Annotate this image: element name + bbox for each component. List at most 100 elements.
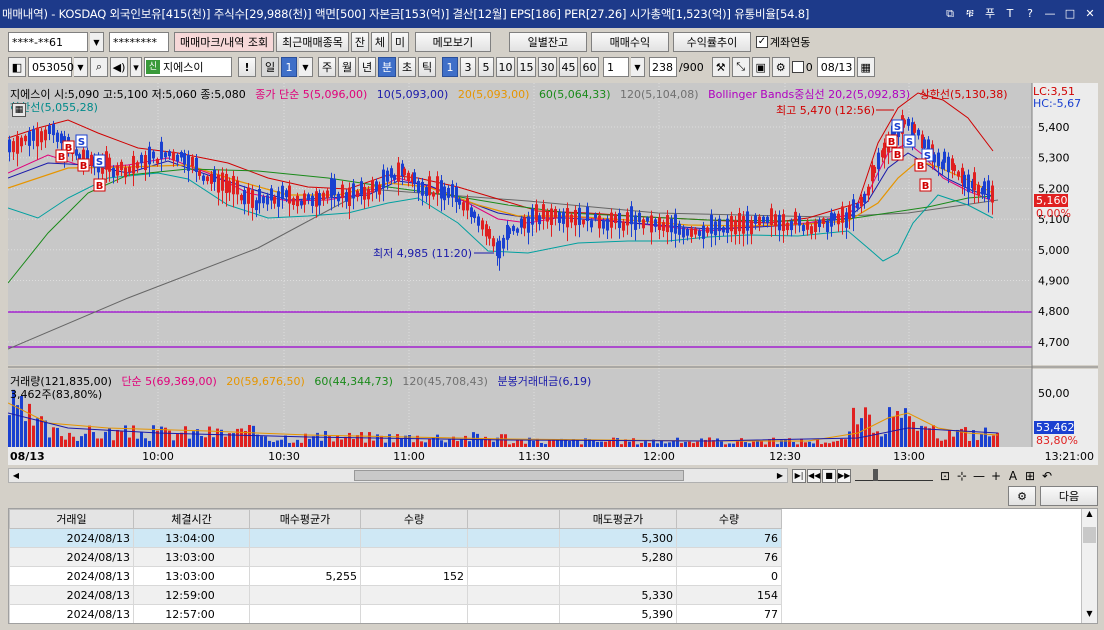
account-number-field[interactable]: ****-**61 xyxy=(8,32,88,52)
col-fill-time[interactable]: 체결시간 xyxy=(133,509,250,529)
interval-button[interactable]: 1 xyxy=(442,57,458,77)
pin-icon[interactable]: ቹ xyxy=(962,6,978,22)
period-minute-button[interactable]: 분 xyxy=(378,57,396,77)
col-buy-qty[interactable]: 수량 xyxy=(360,509,468,529)
table-toggle-icon[interactable]: ▦ xyxy=(12,103,26,117)
zoom-out-button[interactable]: — xyxy=(971,469,987,483)
scroll-thumb[interactable] xyxy=(1083,527,1096,543)
interval-button[interactable]: 30 xyxy=(538,57,557,77)
checkbox-icon[interactable]: ✓ xyxy=(755,36,768,48)
indicator-icon[interactable]: ⚒ xyxy=(711,57,730,77)
period-year-button[interactable]: 년 xyxy=(358,57,376,77)
gear-icon[interactable]: ⚙ xyxy=(1008,486,1036,506)
zoom-in-button[interactable]: + xyxy=(988,469,1004,483)
col-trade-date[interactable]: 거래일 xyxy=(9,509,134,529)
candle-body xyxy=(718,218,721,232)
rewind-button[interactable]: ◀◀ xyxy=(807,468,821,483)
interval-button[interactable]: 5 xyxy=(478,57,494,77)
chart-layout-icon[interactable]: ◧ xyxy=(8,57,26,77)
zoom-slider[interactable] xyxy=(855,468,933,481)
go-end-button[interactable]: ▶| xyxy=(792,468,806,483)
table-row[interactable]: 2024/08/13 13:04:00 5,300 76 xyxy=(9,528,782,548)
interval-button[interactable]: 60 xyxy=(580,57,599,77)
font-icon[interactable]: T xyxy=(1002,6,1018,22)
scroll-thumb[interactable] xyxy=(354,470,684,481)
chevron-down-icon[interactable]: ▼ xyxy=(631,57,645,77)
stop-button[interactable]: ■ xyxy=(822,468,836,483)
restore-icon[interactable]: ⧉ xyxy=(942,6,958,22)
table-row[interactable]: 2024/08/13 12:59:00 5,330 154 xyxy=(9,585,782,605)
period-month-button[interactable]: 월 xyxy=(338,57,356,77)
chevron-down-icon[interactable]: ▼ xyxy=(74,57,88,77)
search-icon[interactable]: ⌕ xyxy=(90,57,108,77)
date-field[interactable]: 08/13 xyxy=(816,57,855,77)
period-day-count[interactable]: 1 xyxy=(281,57,297,77)
scroll-left-icon[interactable]: ◀ xyxy=(9,469,23,482)
speaker-icon[interactable]: ◀) xyxy=(110,57,128,77)
col-sell-qty[interactable]: 수량 xyxy=(676,509,782,529)
chevron-down-icon[interactable]: ▼ xyxy=(299,57,313,77)
password-field[interactable]: ******** xyxy=(109,32,169,52)
scroll-right-icon[interactable]: ▶ xyxy=(773,469,787,482)
candle-body xyxy=(726,218,729,233)
maximize-button[interactable]: □ xyxy=(1062,6,1078,22)
account-link-checkbox[interactable]: ✓ 계좌연동 xyxy=(755,34,810,50)
interval-button[interactable]: 15 xyxy=(517,57,536,77)
recent-stocks-button[interactable]: 최근매매종목 xyxy=(276,32,349,52)
interval-button[interactable]: 3 xyxy=(460,57,476,77)
price-axis-label: 5,400 xyxy=(1038,121,1070,134)
interval-button[interactable]: 10 xyxy=(496,57,515,77)
return-trend-button[interactable]: 수익률추이 xyxy=(672,32,751,52)
help-icon[interactable]: ? xyxy=(1022,6,1038,22)
zoom-slider-handle[interactable] xyxy=(873,468,878,481)
interval-select[interactable]: 1 xyxy=(603,57,629,77)
settings-icon[interactable]: ⚙ xyxy=(771,57,790,77)
draw-tool-icon[interactable]: ⤡ xyxy=(731,57,750,77)
scroll-up-icon[interactable]: ▲ xyxy=(1082,509,1097,523)
tab-unfilled[interactable]: 미 xyxy=(390,32,409,52)
checkbox-icon[interactable] xyxy=(791,61,804,73)
chart-canvas[interactable]: 5,4005,3005,2005,1005,0004,9004,8004,700… xyxy=(8,83,1098,465)
table-row[interactable]: 2024/08/13 13:03:00 5,280 76 xyxy=(9,547,782,567)
trade-mark-button[interactable]: 매매마크/내역 조회 xyxy=(174,32,275,52)
daily-balance-button[interactable]: 일별잔고 xyxy=(508,32,587,52)
table-row[interactable]: 2024/08/13 12:57:00 5,390 77 xyxy=(9,604,782,623)
stock-name-field[interactable]: 신 지에스이 xyxy=(144,57,232,77)
period-week-button[interactable]: 주 xyxy=(318,57,336,77)
tab-filled[interactable]: 체 xyxy=(370,32,389,52)
memo-button[interactable]: 메모보기 xyxy=(414,32,491,52)
table-row[interactable]: 2024/08/13 13:03:00 5,255 152 0 xyxy=(9,566,782,586)
chevron-down-icon[interactable]: ▾ xyxy=(130,57,142,77)
calendar-icon[interactable]: ▦ xyxy=(856,57,875,77)
candle-body xyxy=(917,129,920,136)
interval-button[interactable]: 45 xyxy=(559,57,578,77)
save-icon[interactable]: ▣ xyxy=(751,57,770,77)
col-buy-avg[interactable]: 매수평균가 xyxy=(249,509,361,529)
tab-balance[interactable]: 잔 xyxy=(350,32,369,52)
trade-profit-button[interactable]: 매매수익 xyxy=(590,32,669,52)
tool-icon[interactable]: 푸 xyxy=(982,6,998,22)
fast-forward-button[interactable]: ▶▶ xyxy=(837,468,851,483)
crosshair-icon[interactable]: ⊹ xyxy=(954,469,970,483)
bar-count-field[interactable]: 238 xyxy=(649,57,677,77)
grid-toggle-icon[interactable]: ⊡ xyxy=(937,469,953,483)
price-chart[interactable]: 5,400 5,300 5,200 5,100 5,000 4,900 4,800 4,700… xyxy=(8,83,1098,465)
candle-body xyxy=(390,168,393,178)
zero-checkbox[interactable]: 0 xyxy=(791,61,813,74)
undo-button[interactable]: ↶ xyxy=(1039,469,1055,483)
period-tick-button[interactable]: 틱 xyxy=(418,57,436,77)
period-second-button[interactable]: 초 xyxy=(398,57,416,77)
minimize-button[interactable]: — xyxy=(1042,6,1058,22)
close-button[interactable]: ✕ xyxy=(1082,6,1098,22)
stock-code-field[interactable]: 053050 xyxy=(28,57,74,77)
scroll-down-icon[interactable]: ▼ xyxy=(1082,609,1097,623)
period-day-button[interactable]: 일 xyxy=(261,57,279,77)
grid-scrollbar[interactable]: ▲ ▼ xyxy=(1081,509,1097,623)
next-button[interactable]: 다음 xyxy=(1040,486,1098,506)
chevron-down-icon[interactable]: ▼ xyxy=(90,32,104,52)
warning-button[interactable]: ! xyxy=(238,57,256,77)
text-tool-button[interactable]: A xyxy=(1005,469,1021,483)
layout-button[interactable]: ⊞ xyxy=(1022,469,1038,483)
chart-scrollbar[interactable]: ◀ ▶ xyxy=(8,468,788,483)
col-sell-avg[interactable]: 매도평균가 xyxy=(559,509,677,529)
